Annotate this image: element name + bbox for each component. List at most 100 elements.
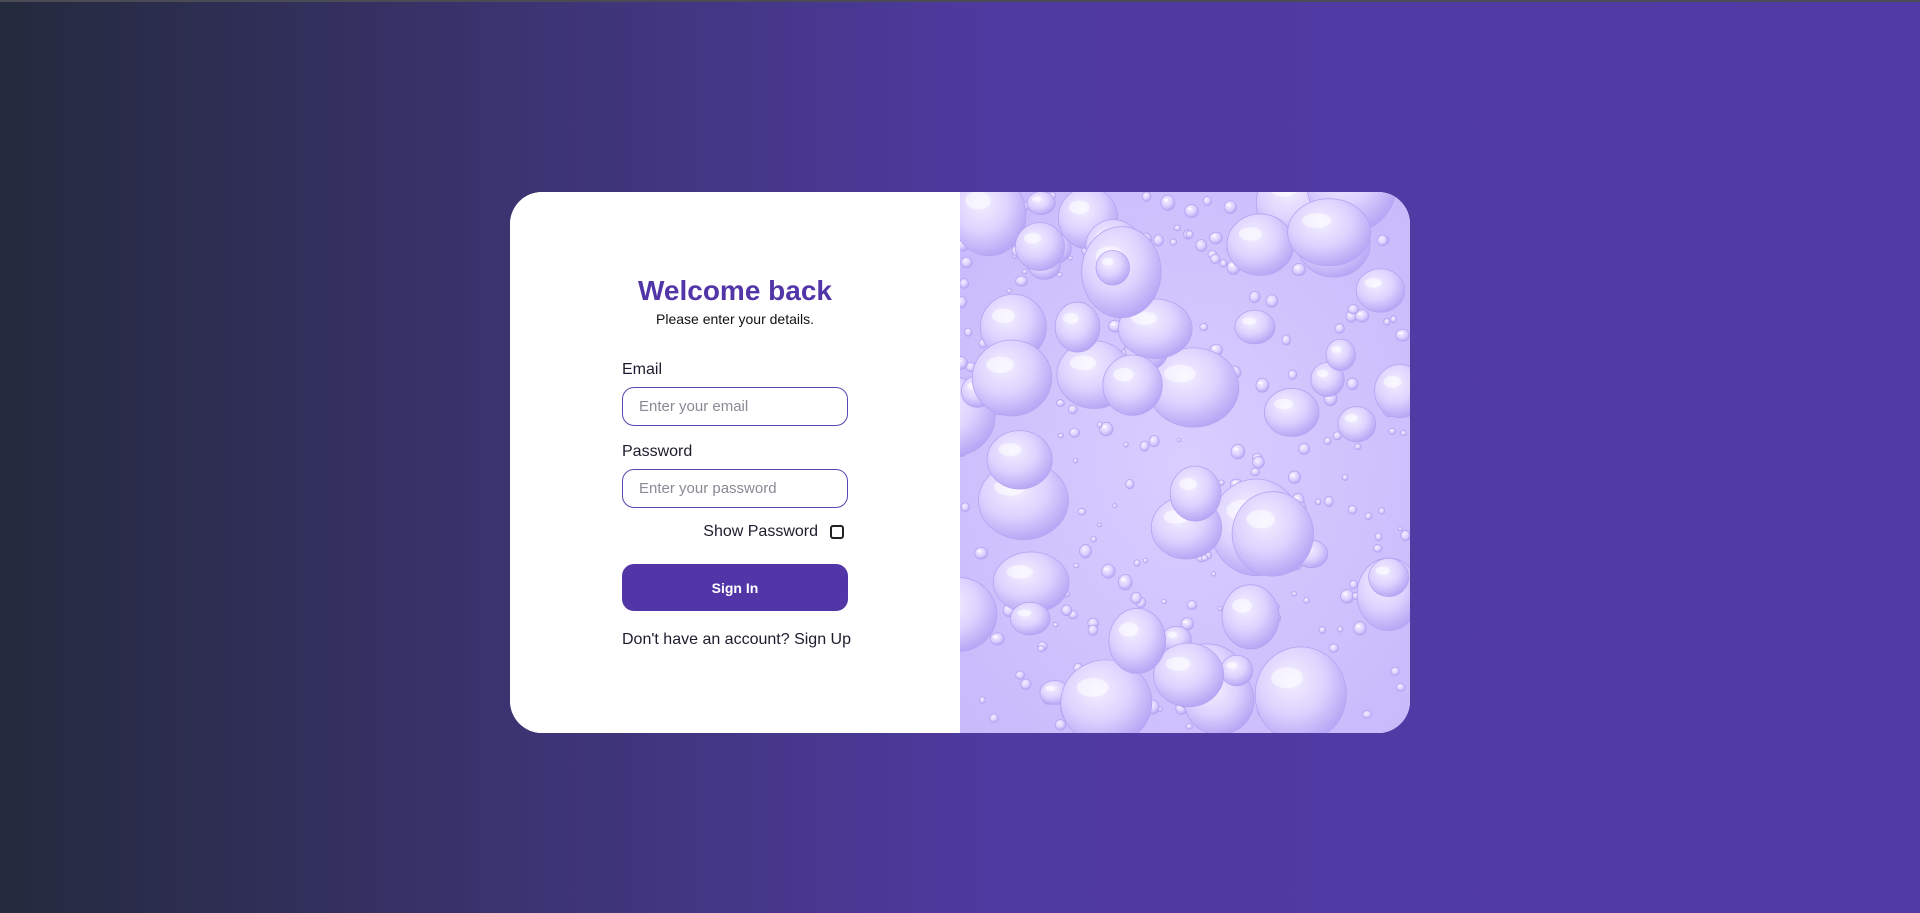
droplet — [1378, 507, 1386, 515]
droplet-highlight — [1233, 447, 1239, 451]
droplet-highlight — [1398, 331, 1403, 335]
droplet — [1061, 604, 1073, 617]
droplet — [1130, 591, 1142, 605]
droplet-highlight — [1017, 609, 1032, 617]
sign-up-link[interactable]: Sign Up — [794, 631, 851, 648]
droplet — [1373, 544, 1383, 553]
droplet-highlight — [1103, 567, 1109, 571]
droplet — [1054, 301, 1101, 353]
droplet — [1015, 670, 1026, 680]
droplet-highlight — [1076, 678, 1109, 697]
password-field[interactable] — [622, 469, 848, 508]
droplet-highlight — [1031, 196, 1042, 202]
droplet-highlight — [1331, 345, 1342, 353]
droplet — [1355, 268, 1406, 313]
login-card: Welcome back Please enter your details. … — [510, 192, 1410, 733]
droplet — [1072, 457, 1079, 464]
droplet — [1298, 442, 1311, 455]
page-title: Welcome back — [637, 275, 833, 306]
droplet — [1057, 432, 1064, 439]
droplet — [971, 339, 1053, 417]
droplet — [1340, 589, 1355, 604]
droplet — [990, 632, 1005, 646]
droplet — [1006, 288, 1013, 294]
droplet — [1133, 559, 1141, 567]
droplet — [960, 502, 970, 513]
droplet — [1223, 200, 1237, 214]
droplet — [1318, 626, 1327, 634]
droplet-highlight — [965, 192, 991, 210]
droplet — [1383, 318, 1391, 326]
droplet — [1096, 421, 1103, 429]
droplet-highlight — [1120, 577, 1126, 582]
droplet — [960, 296, 968, 309]
droplet — [1337, 406, 1377, 443]
login-form-panel: Welcome back Please enter your details. … — [510, 192, 960, 733]
droplet — [1057, 272, 1063, 278]
droplet — [979, 696, 986, 704]
droplet-highlight — [1212, 346, 1217, 350]
droplet — [1287, 369, 1298, 380]
droplet — [1303, 596, 1310, 604]
droplet — [1148, 435, 1160, 448]
droplet — [1217, 606, 1223, 612]
droplet — [964, 327, 973, 337]
show-password-label: Show Password — [703, 523, 818, 540]
droplet-highlight — [1113, 367, 1135, 382]
droplet — [1324, 496, 1334, 507]
droplet — [1161, 599, 1167, 605]
droplet-highlight — [1069, 355, 1097, 371]
droplet — [1139, 440, 1150, 452]
droplet-highlight — [1232, 481, 1237, 484]
droplet — [1219, 259, 1228, 268]
droplet — [1314, 498, 1322, 506]
droplet — [1142, 557, 1149, 564]
droplet-highlight — [1045, 685, 1056, 691]
droplet — [1325, 338, 1356, 372]
droplet — [1090, 535, 1097, 543]
droplet-highlight — [1344, 414, 1358, 422]
droplet-highlight — [1163, 364, 1196, 383]
droplet — [986, 430, 1053, 490]
droplet — [1368, 557, 1410, 597]
email-field[interactable] — [622, 387, 848, 426]
droplet-highlight — [1118, 622, 1139, 637]
droplet — [1054, 719, 1067, 731]
droplet — [1234, 309, 1276, 345]
droplet — [1230, 443, 1246, 460]
droplet — [960, 278, 970, 289]
droplet — [1186, 600, 1198, 611]
droplet — [1077, 507, 1087, 516]
droplet-highlight — [1316, 369, 1329, 378]
droplet — [1250, 467, 1261, 477]
droplet — [1185, 230, 1194, 239]
droplet — [1395, 683, 1406, 692]
sign-in-button[interactable]: Sign In — [622, 564, 848, 611]
droplet — [1323, 436, 1332, 445]
droplet — [1020, 678, 1032, 690]
droplet-highlight — [1165, 656, 1191, 671]
droplet — [1195, 239, 1208, 252]
droplet — [1221, 584, 1280, 650]
droplet — [1281, 334, 1292, 346]
droplet — [1102, 354, 1163, 416]
droplet-highlight — [1383, 375, 1402, 388]
droplet — [1390, 315, 1397, 323]
droplet — [1397, 526, 1403, 532]
droplet — [1169, 465, 1222, 522]
show-password-checkbox[interactable] — [830, 525, 844, 539]
droplet-highlight — [1364, 278, 1382, 288]
droplet-highlight — [1226, 661, 1238, 669]
droplet — [1052, 622, 1059, 628]
droplet-highlight — [1232, 598, 1253, 613]
droplet — [1079, 544, 1092, 559]
droplet — [1400, 530, 1410, 542]
show-password-row: Show Password — [622, 523, 848, 541]
droplet — [1249, 290, 1261, 304]
droplet — [1211, 571, 1217, 577]
window-top-border — [0, 0, 1920, 2]
droplet — [1354, 443, 1362, 450]
droplet — [1169, 238, 1178, 246]
droplet-highlight — [1342, 592, 1348, 596]
droplet-highlight — [1110, 322, 1116, 326]
